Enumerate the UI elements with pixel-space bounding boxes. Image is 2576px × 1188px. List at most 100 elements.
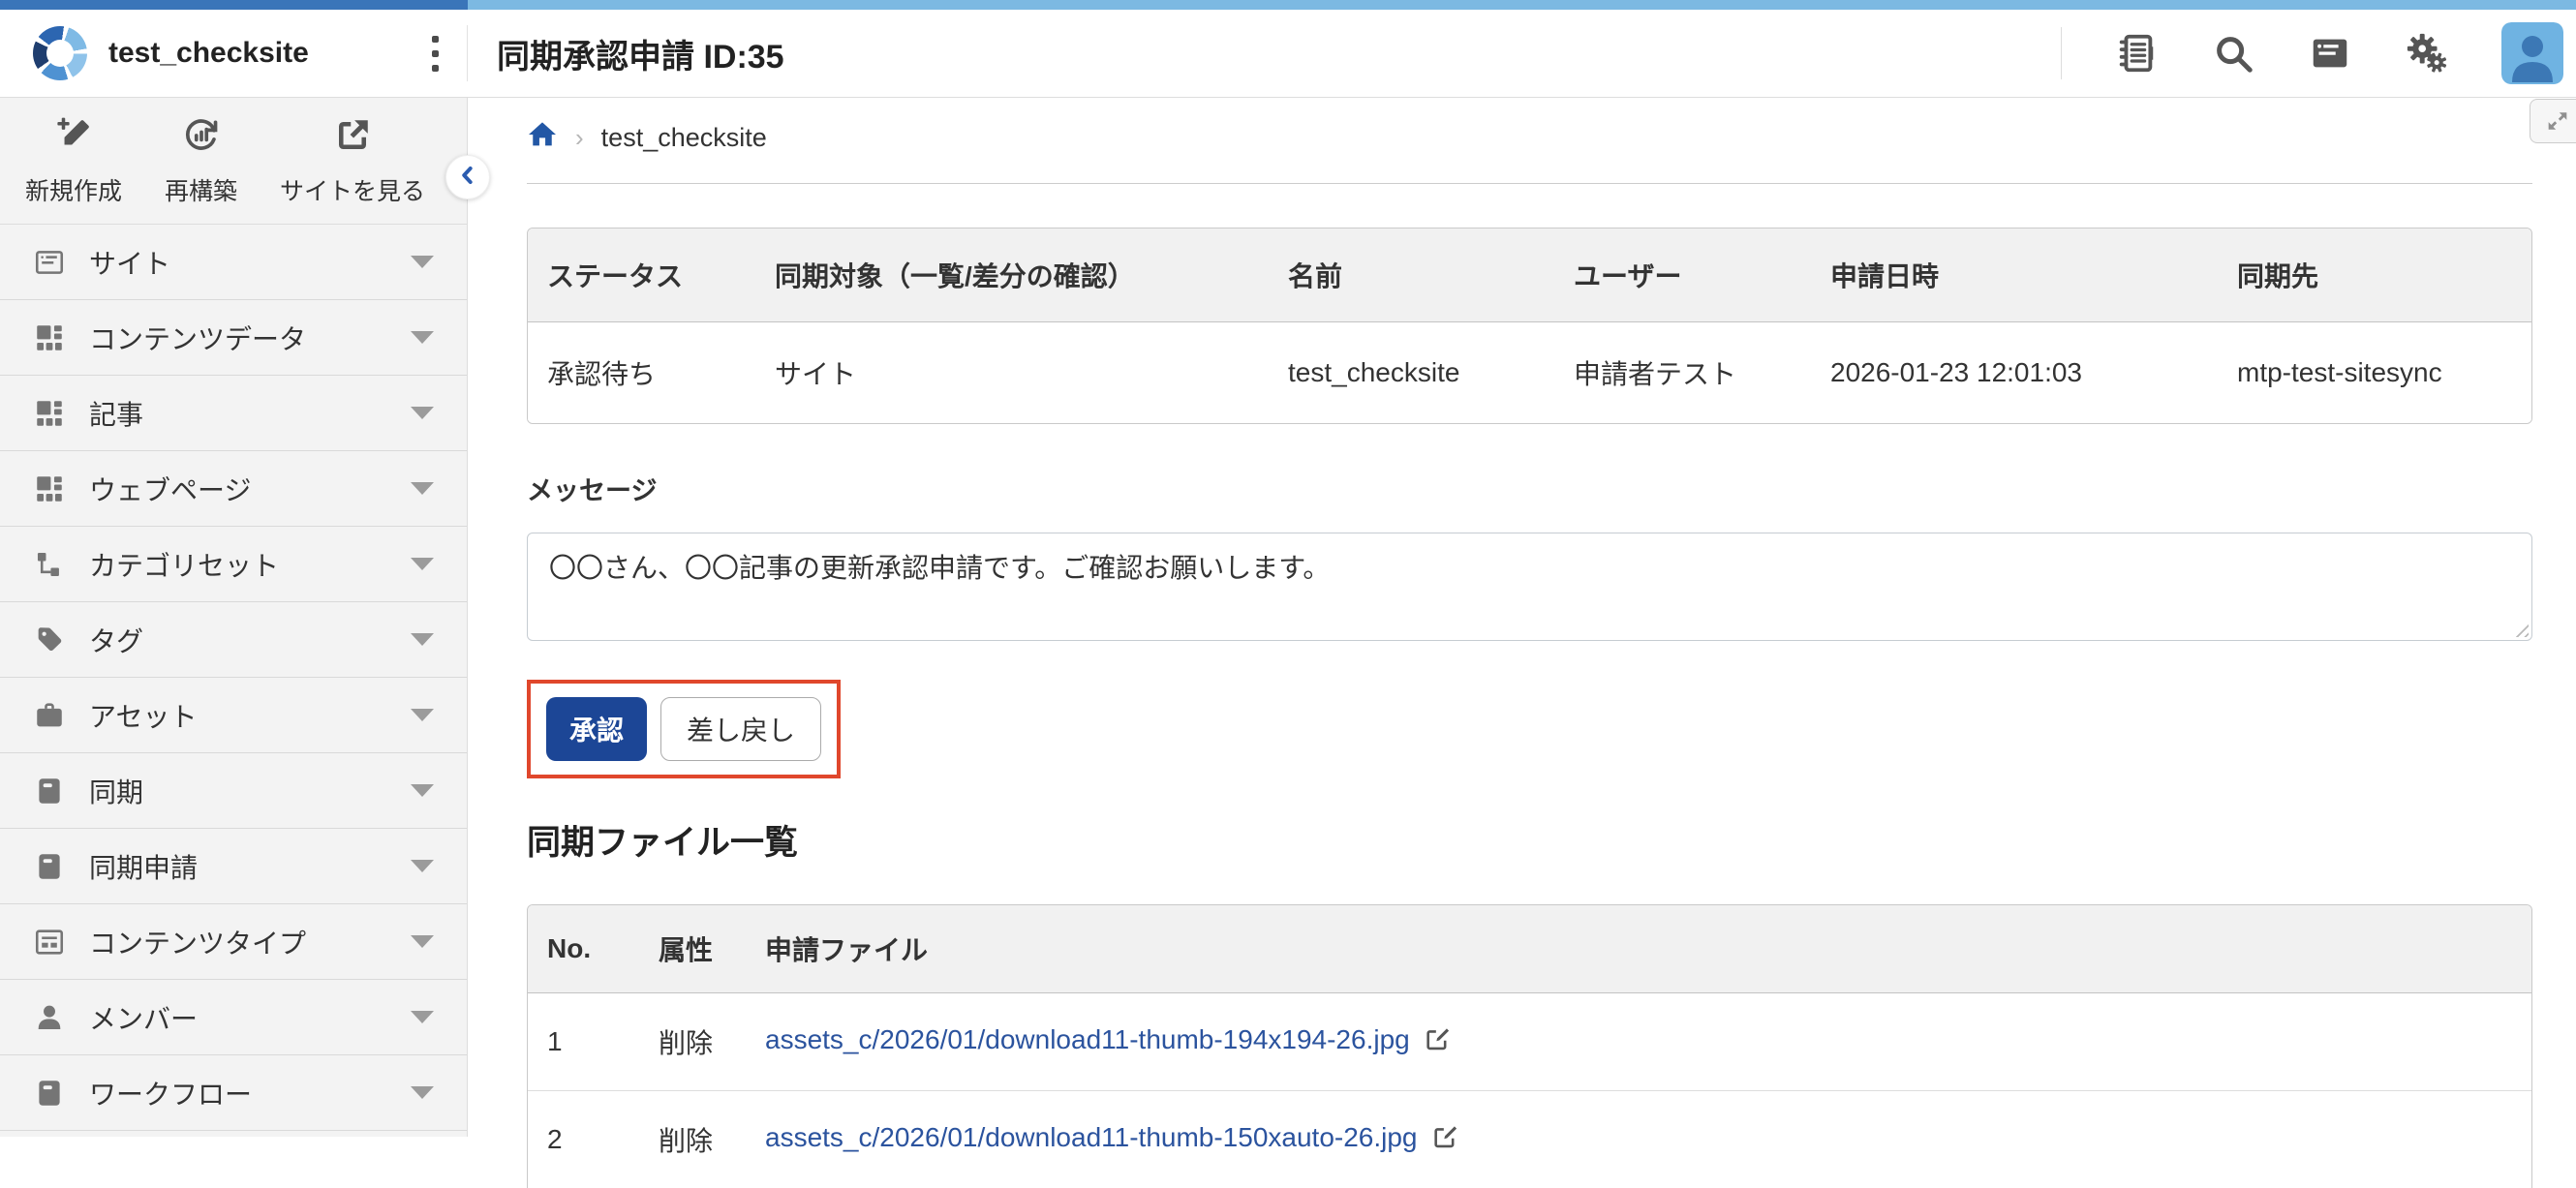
header-divider [2061, 27, 2062, 79]
breadcrumb-site: test_checksite [601, 123, 767, 153]
window-list-icon[interactable] [2308, 31, 2352, 76]
table-row: 2 削除 assets_c/2026/01/download11-thumb-1… [528, 1091, 2531, 1188]
chevron-down-icon [411, 482, 434, 495]
briefcase-icon [33, 699, 72, 732]
col-user: ユーザー [1554, 228, 1811, 322]
chevron-down-icon [411, 407, 434, 419]
view-site-label: サイトを見る [280, 172, 425, 207]
main-content: › test_checksite ステータス 同期対象（一覧/差分の確認） 名前… [468, 98, 2576, 1137]
status-value: 承認待ち [528, 322, 755, 424]
table-row: 1 削除 assets_c/2026/01/download11-thumb-1… [528, 993, 2531, 1091]
sidebar-item-entries[interactable]: 記事 [0, 376, 467, 451]
datetime-value: 2026-01-23 12:01:03 [1811, 322, 2218, 424]
header-site-area: test_checksite [0, 10, 468, 97]
request-summary-table: ステータス 同期対象（一覧/差分の確認） 名前 ユーザー 申請日時 同期先 承認… [527, 228, 2532, 424]
file-no: 2 [528, 1091, 639, 1188]
rebuild-button[interactable]: 再構築 [165, 115, 237, 207]
external-link-icon [332, 115, 373, 161]
sidebar-collapse-button[interactable] [445, 155, 490, 199]
sidebar-item-webpages[interactable]: ウェブページ [0, 451, 467, 527]
sidebar-item-content-data[interactable]: コンテンツデータ [0, 300, 467, 376]
rebuild-icon [181, 115, 222, 161]
col-sync-target: 同期対象（一覧/差分の確認） [755, 228, 1269, 322]
window-icon [33, 246, 72, 279]
pencil-plus-icon [53, 115, 94, 161]
archive-icon [33, 1077, 72, 1110]
col-status: ステータス [528, 228, 755, 322]
approve-button[interactable]: 承認 [546, 697, 647, 761]
message-label: メッセージ [527, 474, 2532, 507]
archive-icon [33, 850, 72, 883]
top-bar-secondary-segment [468, 0, 2576, 10]
view-site-button[interactable]: サイトを見る [280, 115, 425, 207]
sidebar-menu: サイト コンテンツデータ [0, 225, 467, 1131]
chevron-down-icon [411, 256, 434, 268]
user-avatar[interactable] [2501, 22, 2563, 84]
sidebar-item-sync[interactable]: 同期 [0, 753, 467, 829]
message-textarea[interactable]: 〇〇さん、〇〇記事の更新承認申請です。ご確認お願いします。 [527, 533, 2532, 641]
col-request-file: 申請ファイル [746, 905, 2531, 993]
archive-icon [33, 775, 72, 807]
message-field-wrap: 〇〇さん、〇〇記事の更新承認申請です。ご確認お願いします。 [527, 533, 2532, 641]
open-in-new-window-icon[interactable] [1431, 1123, 1458, 1157]
send-back-button[interactable]: 差し戻し [660, 697, 821, 761]
sidebar-quick-actions: 新規作成 再構築 [0, 98, 467, 225]
documentation-icon[interactable] [2114, 31, 2159, 76]
sync-target-value: サイト [755, 322, 1269, 424]
breadcrumb: › test_checksite [527, 121, 2532, 154]
file-attr: 削除 [639, 1091, 746, 1188]
table-row: 承認待ち サイト test_checksite 申請者テスト 2026-01-2… [528, 322, 2531, 424]
chevron-down-icon [411, 1011, 434, 1023]
header-toolbar [2061, 22, 2576, 84]
sidebar-item-assets[interactable]: アセット [0, 678, 467, 753]
chevron-down-icon [411, 558, 434, 570]
file-cell: assets_c/2026/01/download11-thumb-194x19… [746, 993, 2531, 1091]
blocks-icon [33, 397, 72, 430]
chevron-down-icon [411, 709, 434, 721]
person-icon [33, 1001, 72, 1034]
file-link[interactable]: assets_c/2026/01/download11-thumb-194x19… [765, 1024, 1410, 1054]
breadcrumb-separator: › [575, 123, 584, 153]
site-name: test_checksite [108, 37, 309, 70]
destination-value: mtp-test-sitesync [2218, 322, 2531, 424]
chevron-down-icon [411, 331, 434, 344]
site-menu-kebab-icon[interactable] [428, 32, 443, 76]
user-value: 申請者テスト [1554, 322, 1811, 424]
chevron-down-icon [411, 784, 434, 797]
sidebar-item-site[interactable]: サイト [0, 225, 467, 300]
sidebar-item-members[interactable]: メンバー [0, 980, 467, 1055]
sidebar-item-tags[interactable]: タグ [0, 602, 467, 678]
page-title: 同期承認申請 ID:35 [497, 30, 784, 77]
expand-widget-button[interactable] [2530, 99, 2576, 143]
sidebar-item-category-sets[interactable]: カテゴリセット [0, 527, 467, 602]
sync-files-title: 同期ファイル一覧 [527, 823, 2532, 864]
col-request-datetime: 申請日時 [1811, 228, 2218, 322]
movable-type-logo-icon [33, 26, 87, 80]
header: test_checksite 同期承認申請 ID:35 [0, 10, 2576, 98]
open-in-new-window-icon[interactable] [1424, 1025, 1451, 1059]
blocks-icon [33, 472, 72, 505]
breadcrumb-divider [527, 183, 2532, 184]
tag-icon [33, 624, 72, 656]
name-value: test_checksite [1269, 322, 1554, 424]
col-no: No. [528, 905, 639, 993]
blocks-icon [33, 321, 72, 354]
expand-arrows-icon [2544, 107, 2571, 135]
sidebar-item-workflow[interactable]: ワークフロー [0, 1055, 467, 1131]
settings-gears-icon[interactable] [2405, 31, 2449, 76]
sidebar-item-sync-request[interactable]: 同期申請 [0, 829, 467, 904]
sidebar: 新規作成 再構築 [0, 98, 468, 1137]
file-cell: assets_c/2026/01/download11-thumb-150xau… [746, 1091, 2531, 1188]
chevron-down-icon [411, 935, 434, 948]
sync-files-table: No. 属性 申請ファイル 1 削除 assets_c/2026/01/down… [527, 904, 2532, 1188]
file-link[interactable]: assets_c/2026/01/download11-thumb-150xau… [765, 1122, 1418, 1152]
sidebar-item-content-types[interactable]: コンテンツタイプ [0, 904, 467, 980]
chevron-down-icon [411, 1086, 434, 1099]
col-attribute: 属性 [639, 905, 746, 993]
col-name: 名前 [1269, 228, 1554, 322]
home-icon[interactable] [527, 119, 558, 157]
col-sync-destination: 同期先 [2218, 228, 2531, 322]
create-new-button[interactable]: 新規作成 [25, 115, 122, 207]
search-icon[interactable] [2211, 31, 2255, 76]
annotation-highlight: 承認 差し戻し [527, 680, 841, 778]
